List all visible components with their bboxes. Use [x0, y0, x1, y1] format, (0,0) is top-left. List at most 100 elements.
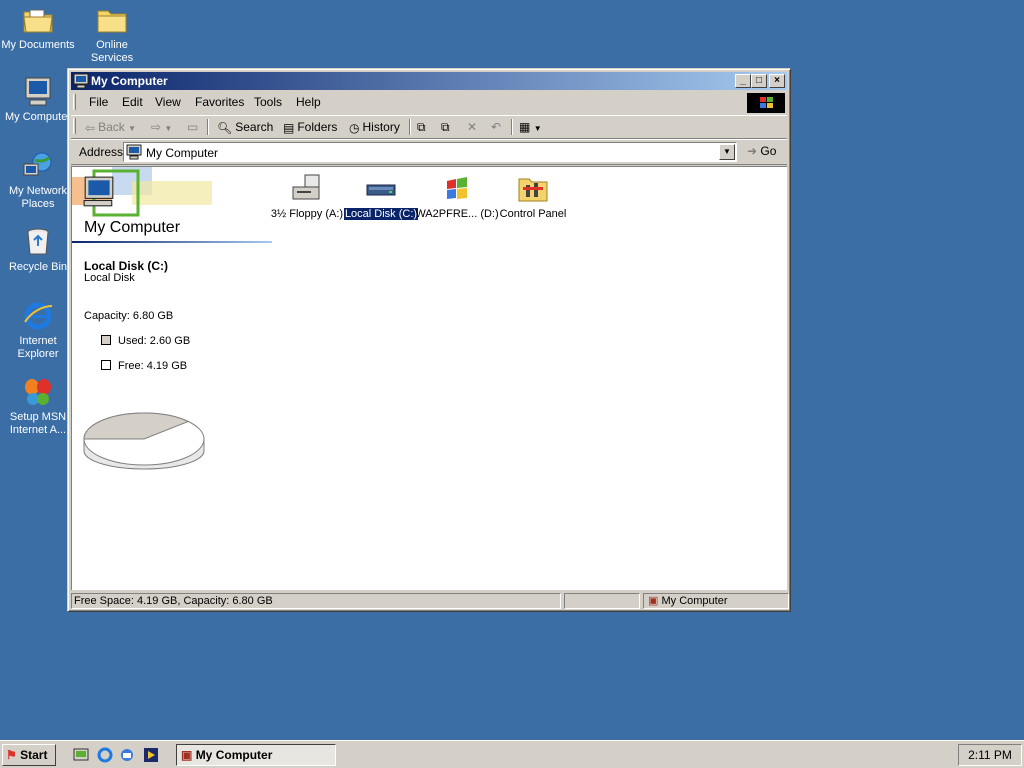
status-bar: Free Space: 4.19 GB, Capacity: 6.80 GB ▣… — [71, 592, 789, 610]
forward-button[interactable]: ⇨ ▼ — [151, 119, 172, 135]
desktop-icon-setup-msn[interactable]: Setup MSN Internet A... — [0, 376, 76, 437]
drive-capacity: Capacity: 6.80 GB — [84, 310, 174, 322]
floppy-drive-icon — [292, 174, 320, 200]
back-button[interactable]: ⇦ Back ▼ — [85, 119, 136, 135]
address-input[interactable]: My Computer ▼ — [123, 142, 737, 162]
undo-button[interactable]: ↶ — [491, 119, 501, 135]
title-bar[interactable]: My Computer _ □ × — [71, 72, 787, 90]
up-folder-icon: ▭ — [187, 120, 199, 134]
computer-icon — [73, 73, 89, 89]
delete-button[interactable]: ✕ — [467, 119, 477, 135]
my-computer-window: My Computer _ □ × File Edit View Favorit… — [67, 68, 791, 612]
search-icon: 🔍︎ — [217, 120, 233, 135]
menu-edit[interactable]: Edit — [122, 95, 143, 109]
show-desktop-icon[interactable] — [72, 746, 90, 764]
selected-drive-type: Local Disk — [84, 272, 135, 284]
standard-toolbar: ⇦ Back ▼ ⇨ ▼ ▭ 🔍︎ Search ▤ Folders ◷ History… — [71, 115, 787, 139]
desktop-icon-my-network-places[interactable]: My Network Places — [0, 150, 76, 211]
folders-button[interactable]: ▤ Folders — [283, 119, 337, 135]
views-icon: ▦ — [519, 120, 531, 134]
menu-favorites[interactable]: Favorites — [195, 95, 244, 109]
desktop-icon-my-documents[interactable]: My Documents — [0, 4, 76, 52]
toolbar-separator — [207, 119, 209, 135]
toolbar-grip[interactable] — [73, 118, 76, 134]
move-to-icon: ⧉ — [417, 120, 426, 134]
status-pane-empty — [564, 593, 640, 609]
menu-view[interactable]: View — [155, 95, 181, 109]
start-button[interactable]: ⚑ Start — [2, 744, 56, 766]
forward-arrow-icon: ⇨ — [151, 120, 162, 134]
windows-cd-icon — [447, 177, 467, 199]
control-panel-icon — [518, 178, 548, 202]
system-tray-clock[interactable]: 2:11 PM — [958, 744, 1022, 766]
toolbar-separator — [511, 119, 513, 135]
computer-icon — [126, 144, 142, 160]
folder-documents-icon — [23, 9, 53, 33]
computer-icon — [25, 77, 51, 106]
desktop-icon-internet-explorer[interactable]: Internet Explorer — [0, 300, 76, 361]
taskbar-button-my-computer[interactable]: ▣ My Computer — [176, 744, 336, 766]
history-icon: ◷ — [349, 120, 360, 135]
control-panel-item[interactable]: Control Panel — [488, 173, 578, 220]
undo-icon: ↶ — [491, 120, 502, 134]
chevron-down-icon: ▼ — [128, 124, 137, 133]
desktop-icon-online-services[interactable]: Online Services — [74, 4, 150, 65]
back-arrow-icon: ⇦ — [85, 120, 96, 135]
chevron-down-icon: ▼ — [164, 124, 173, 133]
menu-help[interactable]: Help — [296, 95, 321, 109]
address-value: My Computer — [146, 146, 219, 160]
history-button[interactable]: ◷ History — [349, 119, 400, 135]
maximize-button[interactable]: □ — [751, 74, 767, 88]
views-button[interactable]: ▦ ▼ — [519, 119, 542, 135]
folders-icon: ▤ — [283, 120, 295, 135]
copy-to-icon: ⧉ — [441, 120, 450, 134]
computer-icon: ▣ — [181, 748, 193, 762]
delete-icon: ✕ — [467, 120, 478, 134]
search-button[interactable]: 🔍︎ Search — [217, 119, 273, 135]
network-icon — [23, 152, 52, 176]
address-label: Address — [79, 145, 124, 159]
go-arrow-icon: ➜ — [747, 144, 758, 158]
computer-icon — [83, 176, 114, 207]
drive-used: Used: 2.60 GB — [118, 335, 191, 347]
menu-bar: File Edit View Favorites Tools Help — [71, 92, 787, 113]
move-to-button[interactable]: ⧉ — [417, 119, 426, 135]
folder-view: My Computer Local Disk (C:) Local Disk C… — [71, 166, 787, 590]
recycle-bin-icon — [27, 228, 49, 255]
copy-to-button[interactable]: ⧉ — [441, 119, 450, 135]
windows-flag-icon: ⚑ — [6, 748, 17, 762]
window-title: My Computer — [91, 74, 168, 88]
media-player-icon[interactable] — [142, 746, 160, 764]
drive-free: Free: 4.19 GB — [118, 360, 188, 372]
used-legend-swatch — [101, 335, 111, 345]
desktop-icon-my-computer[interactable]: My Computer — [0, 76, 76, 124]
free-legend-swatch — [101, 360, 111, 370]
internet-explorer-icon — [24, 302, 53, 330]
menu-file[interactable]: File — [89, 95, 108, 109]
desktop-icon-recycle-bin[interactable]: Recycle Bin — [0, 226, 76, 274]
disk-usage-pie — [83, 412, 205, 470]
close-button[interactable]: × — [769, 74, 785, 88]
toolbar-separator — [409, 119, 411, 135]
minimize-button[interactable]: _ — [735, 74, 751, 88]
outlook-express-icon[interactable] — [118, 746, 136, 764]
folder-icon — [97, 10, 127, 33]
sidebar-title: My Computer — [84, 219, 181, 236]
toolbar-grip[interactable] — [73, 94, 76, 110]
go-button[interactable]: ➜ Go — [747, 144, 776, 158]
up-folder-button[interactable]: ▭ — [187, 119, 198, 135]
status-info: Free Space: 4.19 GB, Capacity: 6.80 GB — [71, 593, 561, 609]
windows-logo-icon — [747, 93, 785, 113]
hard-drive-icon — [366, 184, 396, 196]
sidebar-divider — [72, 241, 272, 243]
taskbar: ⚑ Start ▣ My Computer 2:11 PM — [0, 740, 1024, 768]
chevron-down-icon: ▼ — [533, 124, 542, 133]
menu-tools[interactable]: Tools — [254, 95, 282, 109]
internet-explorer-icon[interactable] — [96, 746, 114, 764]
msn-butterfly-icon — [25, 379, 51, 405]
status-zone: ▣ My Computer — [643, 593, 789, 609]
computer-icon: ▣ — [648, 595, 659, 607]
address-bar: Address My Computer ▼ ➜ Go — [71, 139, 787, 165]
selected-drive-name: Local Disk (C:) — [84, 259, 169, 273]
address-dropdown-button[interactable]: ▼ — [719, 144, 735, 160]
